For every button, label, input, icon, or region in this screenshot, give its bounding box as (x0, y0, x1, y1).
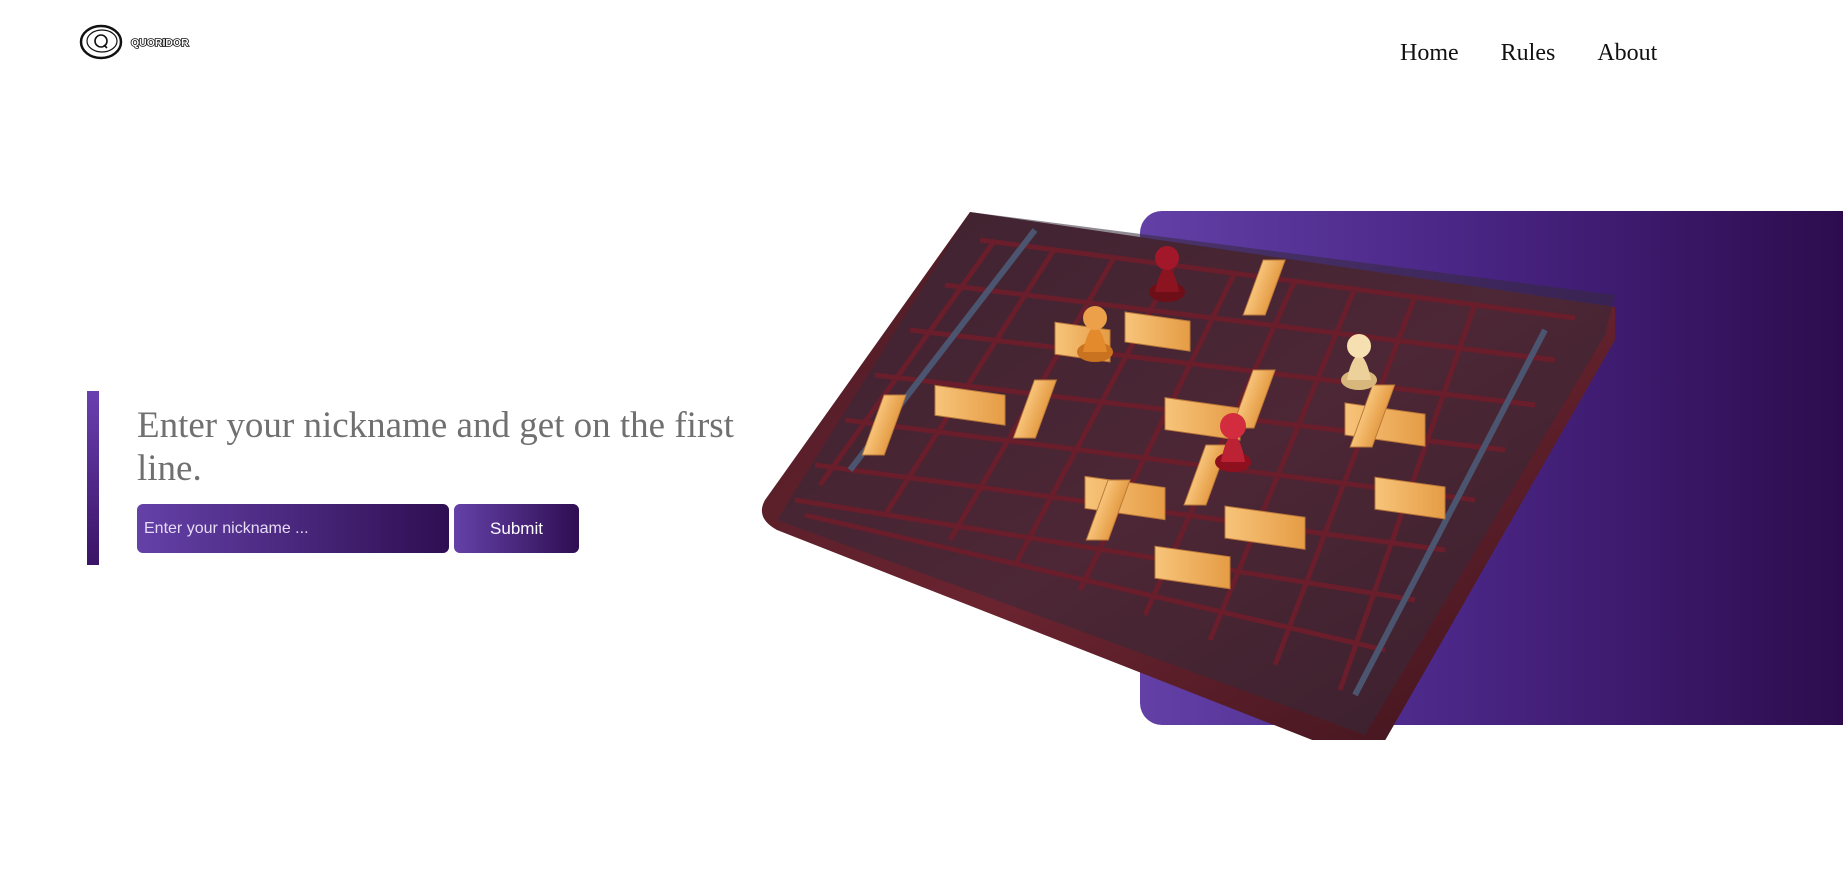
nav-rules-link[interactable]: Rules (1501, 40, 1556, 67)
nickname-form: Submit (137, 504, 579, 553)
logo-wordmark: QUORIDOR (131, 37, 189, 49)
quoridor-logo[interactable]: QUORIDOR (78, 20, 200, 64)
submit-button[interactable]: Submit (454, 504, 579, 553)
nickname-input[interactable] (137, 504, 449, 553)
main-nav: Home Rules About (1400, 40, 1657, 67)
quoridor-board-image (762, 212, 1615, 740)
nav-about-link[interactable]: About (1597, 40, 1657, 67)
nav-home-link[interactable]: Home (1400, 40, 1459, 67)
landing-page: QUORIDOR Home Rules About Enter your nic… (0, 0, 1843, 885)
logo-ring-icon (79, 24, 123, 60)
accent-bar (87, 391, 99, 565)
hero-headline: Enter your nickname and get on the first… (137, 405, 734, 489)
